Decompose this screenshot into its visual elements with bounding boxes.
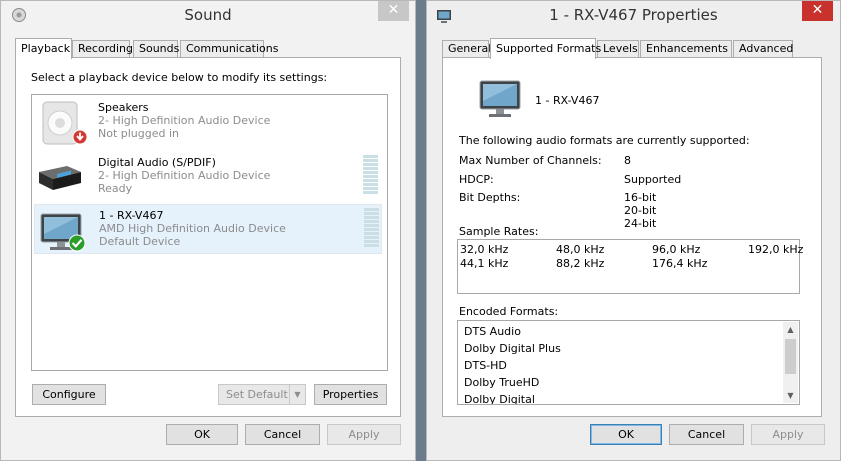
- sample-rate: 176,4 kHz: [652, 257, 708, 270]
- tab-sounds[interactable]: Sounds: [133, 40, 179, 57]
- unplugged-status-icon: [72, 129, 88, 145]
- properties-window-title: 1 - RX-V467 Properties: [549, 6, 718, 24]
- properties-ok-button[interactable]: OK: [590, 424, 662, 445]
- bit-depth-value: 24-bit: [624, 217, 657, 230]
- sample-rate: 44,1 kHz: [460, 257, 509, 270]
- properties-titlebar[interactable]: 1 - RX-V467 Properties ✕: [427, 1, 840, 29]
- device-status: Ready: [98, 182, 133, 195]
- device-name: Speakers: [98, 101, 149, 114]
- tab-supported-formats[interactable]: Supported Formats: [490, 38, 601, 59]
- sample-rate: 48,0 kHz: [556, 243, 605, 256]
- properties-close-button[interactable]: ✕: [802, 1, 833, 21]
- set-default-label: Set Default: [226, 388, 288, 401]
- set-default-button[interactable]: Set Default ▼: [218, 384, 306, 405]
- tab-levels[interactable]: Levels: [597, 40, 639, 57]
- receiver-icon: [39, 166, 81, 190]
- bit-depths-label: Bit Depths:: [459, 191, 521, 204]
- tab-recording[interactable]: Recording: [72, 40, 133, 57]
- tab-general[interactable]: General: [442, 40, 491, 57]
- device-driver: AMD High Definition Audio Device: [99, 222, 286, 235]
- properties-button[interactable]: Properties: [314, 384, 387, 405]
- max-channels-label: Max Number of Channels:: [459, 154, 602, 167]
- encoded-formats-list[interactable]: DTS Audio Dolby Digital Plus DTS-HD Dolb…: [457, 320, 800, 405]
- encoded-formats-scrollbar[interactable]: ▲ ▼: [783, 322, 798, 403]
- sample-rate: 192,0 kHz: [748, 243, 804, 256]
- hdcp-label: HDCP:: [459, 173, 494, 186]
- level-meter: [363, 155, 378, 195]
- monitor-icon: [479, 80, 521, 117]
- scroll-down-icon[interactable]: ▼: [783, 388, 798, 403]
- sample-rate: 32,0 kHz: [460, 243, 509, 256]
- device-name: Digital Audio (S/PDIF): [98, 156, 216, 169]
- scroll-up-icon[interactable]: ▲: [783, 322, 798, 337]
- sample-rate: 88,2 kHz: [556, 257, 605, 270]
- sound-window: Sound ✕ Playback Recording Sounds Commun…: [0, 0, 416, 461]
- list-item[interactable]: DTS Audio: [464, 325, 521, 338]
- default-device-check-icon: [68, 234, 86, 252]
- tab-playback[interactable]: Playback: [15, 38, 72, 59]
- playback-panel: Select a playback device below to modify…: [15, 57, 401, 417]
- device-driver: 2- High Definition Audio Device: [98, 169, 271, 182]
- tab-advanced[interactable]: Advanced: [733, 40, 793, 57]
- hdcp-value: Supported: [624, 173, 682, 186]
- properties-apply-button[interactable]: Apply: [751, 424, 825, 445]
- supported-formats-panel: 1 - RX-V467 The following audio formats …: [442, 57, 822, 417]
- list-item[interactable]: DTS-HD: [464, 359, 507, 372]
- scroll-thumb[interactable]: [785, 339, 796, 374]
- sound-apply-button[interactable]: Apply: [327, 424, 401, 445]
- sample-rates-label: Sample Rates:: [459, 225, 539, 238]
- encoded-formats-label: Encoded Formats:: [459, 305, 559, 318]
- sound-close-button[interactable]: ✕: [378, 1, 409, 21]
- device-name: 1 - RX-V467: [99, 209, 164, 222]
- bit-depth-value: 20-bit: [624, 204, 657, 217]
- sound-window-title: Sound: [184, 6, 232, 24]
- level-meter: [364, 208, 379, 248]
- playback-device-list[interactable]: Speakers 2- High Definition Audio Device…: [31, 94, 388, 371]
- device-name: 1 - RX-V467: [535, 94, 600, 107]
- properties-window: 1 - RX-V467 Properties ✕ General Support…: [426, 0, 841, 461]
- max-channels-value: 8: [624, 154, 631, 167]
- sound-cancel-button[interactable]: Cancel: [245, 424, 320, 445]
- bit-depth-value: 16-bit: [624, 191, 657, 204]
- device-status: Not plugged in: [98, 127, 180, 140]
- list-item-rx-v467[interactable]: 1 - RX-V467 AMD High Definition Audio De…: [34, 204, 382, 254]
- configure-button[interactable]: Configure: [32, 384, 106, 405]
- list-item[interactable]: Dolby Digital: [464, 393, 535, 404]
- list-item[interactable]: Dolby Digital Plus: [464, 342, 561, 355]
- sound-titlebar[interactable]: Sound ✕: [1, 1, 415, 29]
- sample-rates-box: 32,0 kHz 48,0 kHz 96,0 kHz 192,0 kHz 44,…: [457, 239, 804, 294]
- list-item-digital-audio[interactable]: Digital Audio (S/PDIF) 2- High Definitio…: [34, 151, 382, 201]
- playback-instruction: Select a playback device below to modify…: [31, 71, 328, 84]
- sound-ok-button[interactable]: OK: [166, 424, 238, 445]
- tab-communications[interactable]: Communications: [180, 40, 278, 57]
- device-driver: 2- High Definition Audio Device: [98, 114, 271, 127]
- device-status: Default Device: [99, 235, 181, 248]
- list-item-speakers[interactable]: Speakers 2- High Definition Audio Device…: [34, 96, 382, 146]
- properties-cancel-button[interactable]: Cancel: [669, 424, 744, 445]
- set-default-dropdown-icon[interactable]: ▼: [289, 385, 305, 404]
- tab-enhancements[interactable]: Enhancements: [640, 40, 732, 57]
- sample-rate: 96,0 kHz: [652, 243, 701, 256]
- formats-intro: The following audio formats are currentl…: [459, 134, 750, 147]
- list-item[interactable]: Dolby TrueHD: [464, 376, 539, 389]
